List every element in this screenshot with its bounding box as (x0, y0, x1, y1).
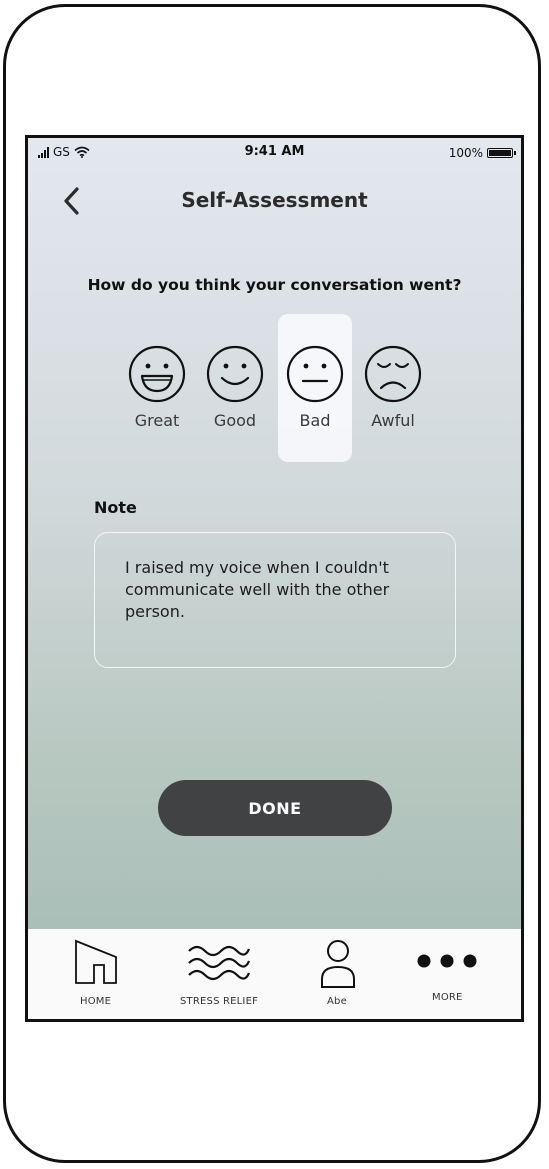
tab-label-abe: Abe (327, 996, 347, 1007)
neutral-face-icon (286, 345, 344, 403)
tab-label-more: MORE (432, 992, 463, 1003)
note-label: Note (94, 498, 137, 517)
rating-label-good: Good (213, 411, 257, 430)
rating-bad[interactable]: Bad (278, 314, 352, 462)
tab-home[interactable]: HOME (64, 929, 124, 1019)
battery-icon (487, 148, 516, 158)
status-bar: GS 9:41 AM 100% (28, 138, 521, 170)
rating-label-great: Great (134, 411, 180, 430)
rating-label-awful: Awful (371, 411, 415, 430)
tab-more[interactable]: MORE (414, 929, 478, 1019)
tab-abe[interactable]: Abe (316, 929, 360, 1019)
tab-stress-relief[interactable]: STRESS RELIEF (173, 929, 273, 1019)
more-dots-icon (417, 954, 477, 968)
home-icon (75, 939, 117, 984)
rating-good[interactable]: Good (198, 314, 272, 462)
page-title: Self-Assessment (181, 188, 368, 212)
waves-icon (188, 945, 251, 981)
tab-label-home: HOME (80, 996, 112, 1007)
laughing-face-icon (128, 345, 186, 403)
status-time: 9:41 AM (244, 144, 305, 159)
rating-awful[interactable]: Awful (356, 314, 430, 462)
app-screen: GS 9:41 AM 100% Self-Assessment How do y… (25, 135, 524, 1022)
smiling-face-icon (206, 345, 264, 403)
sad-face-icon (364, 345, 422, 403)
person-icon (321, 940, 355, 988)
rating-great[interactable]: Great (120, 314, 194, 462)
battery-percent: 100% (448, 146, 483, 160)
note-textarea[interactable]: I raised my voice when I couldn't commun… (94, 532, 456, 668)
rating-label-bad: Bad (299, 411, 331, 430)
status-right: 100% (448, 146, 516, 160)
tab-label-stress-relief: STRESS RELIEF (180, 996, 259, 1007)
question-text: How do you think your conversation went? (87, 276, 462, 294)
tab-bar: HOME STRESS RELIEF Abe MORE (28, 929, 521, 1019)
done-button[interactable]: DONE (158, 780, 392, 836)
